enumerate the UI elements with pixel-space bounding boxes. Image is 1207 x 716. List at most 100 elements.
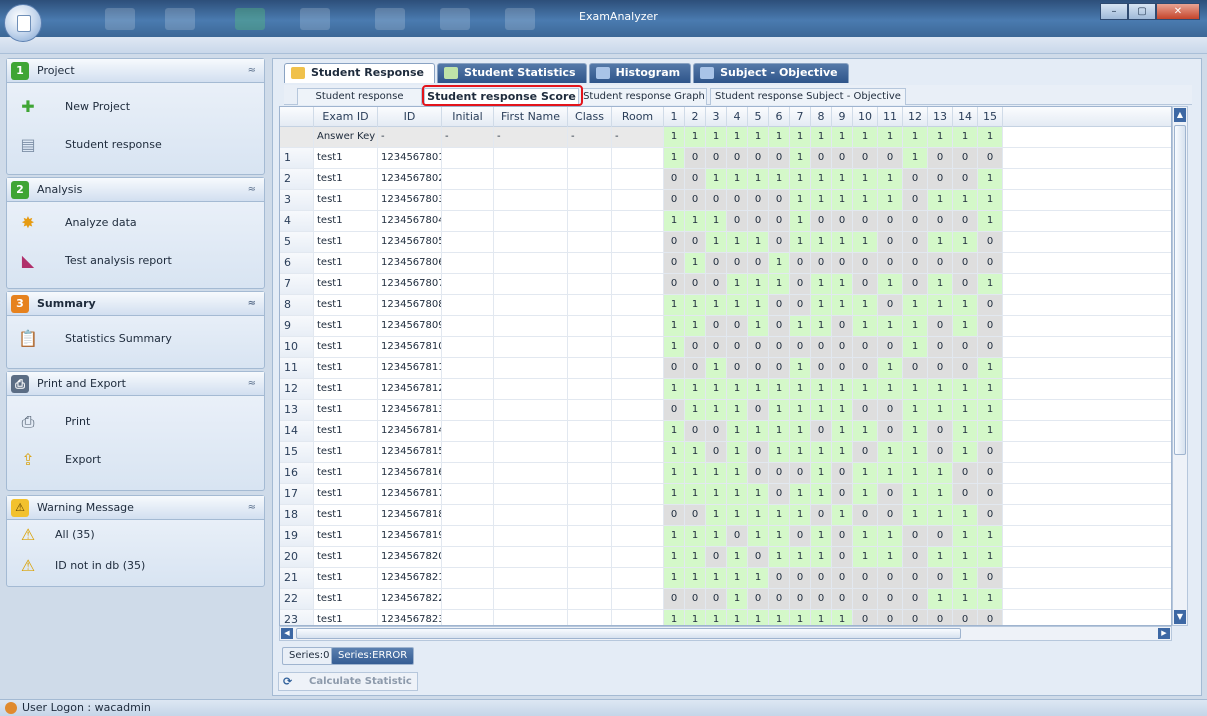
score-cell[interactable]: 1 (685, 484, 706, 504)
score-cell[interactable]: 1 (878, 169, 903, 189)
score-cell[interactable]: 1 (853, 484, 878, 504)
score-cell[interactable]: 0 (832, 526, 853, 546)
score-cell[interactable]: 0 (664, 190, 685, 210)
score-cell[interactable]: 1 (685, 442, 706, 462)
score-cell[interactable]: 1 (706, 169, 727, 189)
score-cell[interactable]: 1 (832, 295, 853, 315)
score-cell[interactable]: 0 (978, 463, 1003, 483)
score-cell[interactable]: 1 (727, 379, 748, 399)
row-number[interactable]: 22 (280, 589, 314, 609)
score-cell[interactable]: 1 (664, 568, 685, 588)
score-cell[interactable]: 1 (953, 568, 978, 588)
student-id-cell[interactable]: 1234567813 (378, 400, 442, 420)
score-cell[interactable]: 1 (769, 421, 790, 441)
class-cell[interactable] (568, 295, 612, 315)
class-cell[interactable] (568, 379, 612, 399)
scroll-thumb[interactable] (1174, 125, 1186, 455)
row-number[interactable]: 12 (280, 379, 314, 399)
score-cell[interactable]: 1 (790, 400, 811, 420)
score-cell[interactable]: 0 (727, 316, 748, 336)
score-cell[interactable]: 0 (769, 463, 790, 483)
answer-key-row[interactable]: Answer Key - - - - -1 1 1 1 1 1 1 1 1 1 1 1 1 1 1 (280, 127, 1171, 148)
row-number[interactable]: 3 (280, 190, 314, 210)
student-id-cell[interactable]: 1234567811 (378, 358, 442, 378)
score-cell[interactable]: 1 (664, 442, 685, 462)
score-cell[interactable]: 0 (727, 358, 748, 378)
score-cell[interactable]: 1 (706, 400, 727, 420)
score-cell[interactable]: 0 (811, 148, 832, 168)
score-cell[interactable]: 1 (685, 547, 706, 567)
score-cell[interactable]: 0 (832, 211, 853, 231)
score-cell[interactable]: 1 (978, 190, 1003, 210)
score-cell[interactable]: 0 (878, 148, 903, 168)
table-row[interactable]: 17 test1 1234567817 1 1 1 1 1 0 1 1 0 1 0 1 1 0 0 (280, 484, 1171, 505)
score-cell[interactable]: 0 (928, 316, 953, 336)
student-id-cell[interactable]: 1234567803 (378, 190, 442, 210)
score-cell[interactable]: 0 (928, 421, 953, 441)
vertical-scrollbar[interactable]: ▲ ▼ (1172, 106, 1188, 626)
scroll-down-icon[interactable]: ▼ (1174, 610, 1186, 624)
analyze-data-item[interactable]: ✸ Analyze data (7, 204, 264, 242)
score-cell[interactable]: 1 (832, 421, 853, 441)
score-cell[interactable]: 1 (853, 190, 878, 210)
column-header[interactable]: 9 (832, 107, 853, 127)
first-name-cell[interactable] (494, 358, 568, 378)
summary-group-header[interactable]: 3 Summary ≈ (7, 292, 264, 316)
row-number[interactable]: 13 (280, 400, 314, 420)
score-cell[interactable]: 0 (685, 274, 706, 294)
initial-cell[interactable] (442, 379, 494, 399)
score-cell[interactable]: 1 (811, 127, 832, 147)
score-cell[interactable]: 0 (903, 253, 928, 273)
score-cell[interactable]: 1 (769, 274, 790, 294)
score-cell[interactable]: 0 (853, 442, 878, 462)
first-name-cell[interactable] (494, 547, 568, 567)
score-cell[interactable]: 1 (706, 127, 727, 147)
first-name-cell[interactable] (494, 232, 568, 252)
analysis-group-header[interactable]: 2 Analysis ≈ (7, 178, 264, 202)
score-cell[interactable]: 1 (748, 379, 769, 399)
initial-cell[interactable] (442, 211, 494, 231)
score-cell[interactable]: 1 (769, 127, 790, 147)
calculate-statistic-button[interactable]: ⟳ Calculate Statistic (278, 672, 418, 691)
score-cell[interactable]: 1 (853, 526, 878, 546)
score-cell[interactable]: 1 (811, 295, 832, 315)
score-cell[interactable]: 1 (685, 253, 706, 273)
score-cell[interactable]: 0 (978, 316, 1003, 336)
score-cell[interactable]: 0 (832, 568, 853, 588)
score-cell[interactable]: 0 (953, 148, 978, 168)
first-name-cell[interactable] (494, 148, 568, 168)
initial-cell[interactable] (442, 274, 494, 294)
score-cell[interactable]: 1 (664, 211, 685, 231)
score-cell[interactable]: 0 (878, 421, 903, 441)
exam-id-cell[interactable]: test1 (314, 568, 378, 588)
score-cell[interactable]: 1 (928, 547, 953, 567)
score-cell[interactable]: 0 (748, 148, 769, 168)
score-cell[interactable]: 0 (878, 211, 903, 231)
initial-cell[interactable] (442, 190, 494, 210)
collapse-icon[interactable]: ≈ (248, 372, 256, 396)
table-row[interactable]: 13 test1 1234567813 0 1 1 1 0 1 1 1 1 0 0 1 1 1 1 (280, 400, 1171, 421)
table-row[interactable]: 11 test1 1234567811 0 0 1 0 0 0 1 0 0 0 1 0 0 0 1 (280, 358, 1171, 379)
first-name-cell[interactable] (494, 211, 568, 231)
score-cell[interactable]: 0 (878, 337, 903, 357)
class-cell[interactable] (568, 148, 612, 168)
student-id-cell[interactable]: 1234567818 (378, 505, 442, 525)
score-cell[interactable]: 0 (832, 316, 853, 336)
score-cell[interactable]: 0 (878, 400, 903, 420)
exam-id-cell[interactable]: test1 (314, 463, 378, 483)
score-cell[interactable]: 1 (748, 526, 769, 546)
initial-cell[interactable] (442, 589, 494, 609)
score-cell[interactable]: 0 (706, 253, 727, 273)
score-cell[interactable]: 1 (748, 232, 769, 252)
score-cell[interactable]: 1 (953, 526, 978, 546)
score-cell[interactable]: 0 (928, 211, 953, 231)
application-menu-button[interactable] (4, 4, 42, 42)
initial-cell[interactable] (442, 148, 494, 168)
class-cell[interactable] (568, 610, 612, 625)
class-cell[interactable] (568, 274, 612, 294)
score-cell[interactable]: 1 (903, 442, 928, 462)
subtab-subject-objective[interactable]: Student response Subject - Objective (710, 88, 906, 105)
room-cell[interactable] (612, 232, 664, 252)
score-cell[interactable]: 1 (727, 295, 748, 315)
score-cell[interactable]: 1 (953, 232, 978, 252)
